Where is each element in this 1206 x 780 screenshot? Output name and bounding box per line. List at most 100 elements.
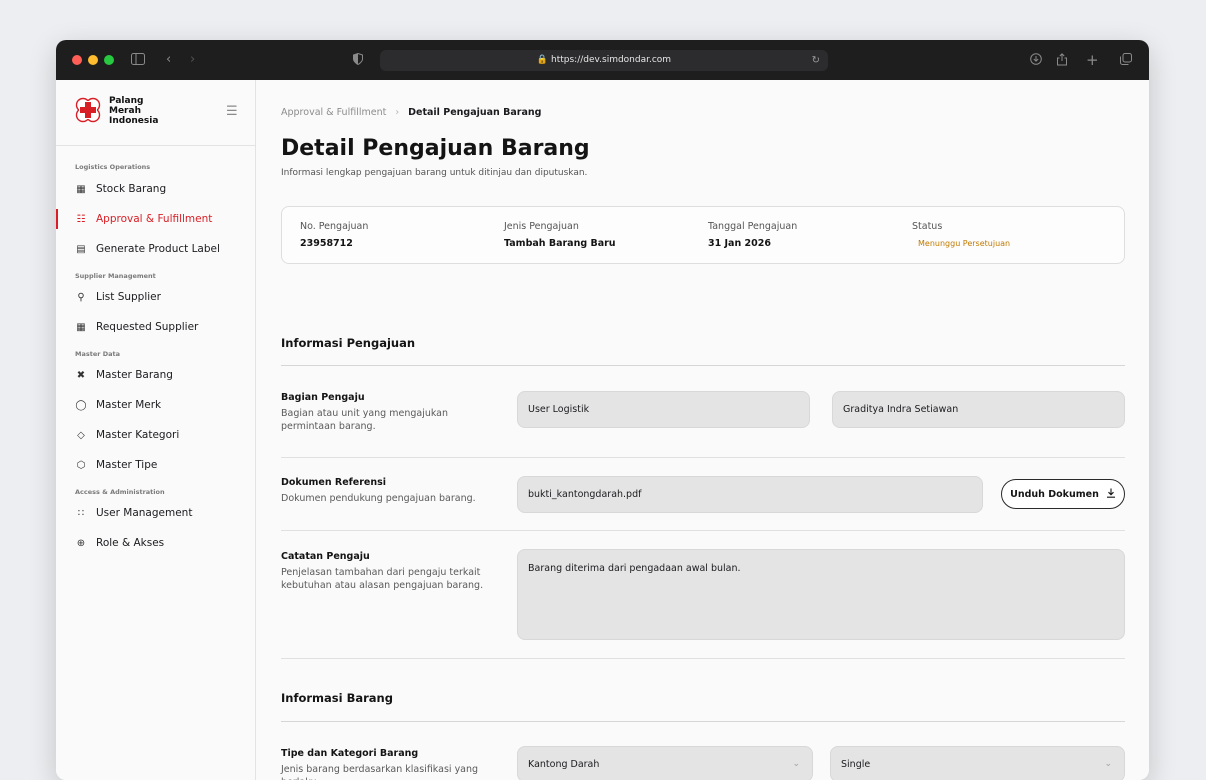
download-icon[interactable]: [1030, 53, 1042, 69]
table-icon: ▦: [76, 183, 86, 195]
sidebar-section-access: Access & Administration ∷ User Managemen…: [56, 480, 255, 558]
sidebar-item-label: Generate Product Label: [96, 243, 220, 255]
summary-no-pengajuan: No. Pengajuan 23958712: [300, 221, 368, 249]
barcode-icon: ▤: [76, 243, 86, 255]
menu-toggle-icon[interactable]: ☰: [226, 104, 238, 119]
sidebar-item-label: User Management: [96, 507, 193, 519]
sidebar-item-label: Master Barang: [96, 369, 173, 381]
close-window-button[interactable]: [72, 55, 82, 65]
address-bar[interactable]: 🔒 https://dev.simdondar.com ↻: [380, 50, 828, 71]
field-title: Catatan Pengaju: [281, 551, 370, 562]
sidebar-item-approval-fulfillment[interactable]: ☷ Approval & Fulfillment: [56, 204, 255, 234]
url-text: https://dev.simdondar.com: [551, 55, 672, 65]
row-divider: [281, 457, 1125, 458]
brand-name: Palang Merah Indonesia: [109, 96, 159, 126]
field-title: Tipe dan Kategori Barang: [281, 748, 419, 759]
sidebar-item-master-kategori[interactable]: ◇ Master Kategori: [56, 420, 255, 450]
table-icon: ▦: [76, 321, 86, 333]
tab-overview-icon[interactable]: [1120, 53, 1132, 69]
chevron-right-icon: ›: [395, 107, 400, 118]
breadcrumb-link-approval[interactable]: Approval & Fulfillment: [281, 107, 386, 118]
main-content: Approval & Fulfillment › Detail Pengajuan …: [257, 80, 1149, 780]
page-title: Detail Pengajuan Barang: [281, 136, 590, 161]
summary-label: No. Pengajuan: [300, 221, 369, 232]
sidebar-section-label: Master Data: [75, 350, 120, 358]
field-description: Jenis barang berdasarkan klasifikasi yan…: [281, 764, 479, 780]
award-icon: ◯: [75, 399, 87, 411]
summary-card: No. Pengajuan 23958712 Jenis Pengajuan T…: [281, 206, 1125, 264]
status-badge: Menunggu Persetujuan: [918, 239, 1011, 248]
breadcrumb: Approval & Fulfillment › Detail Pengajuan …: [281, 107, 541, 118]
unduh-dokumen-button[interactable]: Unduh Dokumen: [1001, 479, 1125, 509]
sidebar-item-label: Stock Barang: [96, 183, 167, 195]
sidebar: Palang Merah Indonesia ☰ Logistics Opera…: [56, 80, 256, 780]
sidebar-section-master-data: Master Data ✖ Master Barang ◯ Master Mer…: [56, 342, 255, 480]
sidebar-item-master-barang[interactable]: ✖ Master Barang: [56, 360, 255, 390]
summary-jenis-pengajuan: Jenis Pengajuan Tambah Barang Baru: [504, 221, 616, 249]
sidebar-item-label: Master Tipe: [96, 459, 158, 471]
users-icon: ∷: [77, 507, 85, 519]
bagian-unit-field[interactable]: User Logistik: [517, 391, 810, 428]
summary-tanggal-pengajuan: Tanggal Pengajuan 31 Jan 2026: [708, 221, 797, 249]
summary-label: Status: [912, 221, 943, 232]
section-title-informasi-barang: Informasi Barang: [281, 691, 393, 705]
row-label-catatan-pengaju: Catatan Pengaju Penjelasan tambahan dari…: [281, 551, 491, 592]
sidebar-item-label: List Supplier: [96, 291, 161, 303]
row-divider: [281, 658, 1125, 659]
sidebar-section-label: Logistics Operations: [75, 163, 151, 171]
row-label-dokumen-referensi: Dokumen Referensi Dokumen pendukung peng…: [281, 477, 491, 505]
sidebar-item-role-akses[interactable]: ⊕ Role & Akses: [56, 528, 255, 558]
field-description: Dokumen pendukung pengajuan barang.: [281, 493, 476, 504]
section-title-informasi-pengajuan: Informasi Pengajuan: [281, 336, 416, 350]
sidebar-item-label: Role & Akses: [96, 537, 165, 549]
privacy-shield-icon: [353, 52, 363, 69]
sidebar-item-user-management[interactable]: ∷ User Management: [56, 498, 255, 528]
sidebar-item-label: Requested Supplier: [96, 321, 199, 333]
sidebar-item-stock-barang[interactable]: ▦ Stock Barang: [56, 174, 255, 204]
breadcrumb-current: Detail Pengajuan Barang: [408, 107, 542, 118]
row-divider: [281, 530, 1125, 531]
pengaju-name-field[interactable]: Graditya Indra Setiawan: [832, 391, 1125, 428]
user-icon: ⚲: [77, 291, 85, 303]
sidebar-item-master-tipe[interactable]: ⬡ Master Tipe: [56, 450, 255, 480]
back-icon[interactable]: ‹: [166, 53, 171, 67]
sidebar-section-label: Supplier Management: [75, 272, 156, 280]
summary-value: Tambah Barang Baru: [504, 238, 616, 249]
summary-label: Jenis Pengajuan: [504, 221, 579, 232]
section-divider: [281, 721, 1125, 722]
minimize-window-button[interactable]: [88, 55, 98, 65]
maximize-window-button[interactable]: [104, 55, 114, 65]
unduh-dokumen-label: Unduh Dokumen: [1010, 488, 1099, 500]
brand-header: Palang Merah Indonesia ☰: [56, 80, 255, 146]
lock-icon: 🔒: [536, 55, 549, 65]
browser-toolbar: ‹ › 🔒 https://dev.simdondar.com ↻ +: [56, 40, 1149, 80]
sidebar-item-requested-supplier[interactable]: ▦ Requested Supplier: [56, 312, 255, 342]
sidebar-item-list-supplier[interactable]: ⚲ List Supplier: [56, 282, 255, 312]
field-description: Penjelasan tambahan dari pengaju terkait…: [281, 567, 484, 591]
catatan-pengaju-textarea[interactable]: Barang diterima dari pengadaan awal bula…: [517, 549, 1125, 640]
forward-icon[interactable]: ›: [190, 53, 195, 67]
kategori-barang-select[interactable]: Kantong Darah ⌄: [517, 746, 813, 780]
download-icon: [1106, 488, 1116, 501]
share-icon[interactable]: [1056, 53, 1068, 70]
page-subtitle: Informasi lengkap pengajuan barang untuk…: [281, 168, 588, 178]
box-icon: ⬡: [76, 459, 86, 471]
row-label-bagian-pengaju: Bagian Pengaju Bagian atau unit yang men…: [281, 392, 491, 433]
sidebar-section-logistics: Logistics Operations ▦ Stock Barang ☷ Ap…: [56, 146, 255, 264]
tipe-barang-select[interactable]: Single ⌄: [830, 746, 1125, 780]
sidebar-toggle-icon[interactable]: [131, 53, 145, 69]
reload-icon[interactable]: ↻: [812, 50, 820, 71]
summary-label: Tanggal Pengajuan: [708, 221, 798, 232]
field-description: Bagian atau unit yang mengajukan permint…: [281, 408, 449, 432]
section-divider: [281, 365, 1125, 366]
sidebar-section-label: Access & Administration: [75, 488, 165, 496]
new-tab-icon[interactable]: +: [1086, 53, 1099, 68]
tools-icon: ✖: [76, 369, 86, 381]
summary-value: 23958712: [300, 238, 353, 249]
dokumen-file-field[interactable]: bukti_kantongdarah.pdf: [517, 476, 983, 513]
sidebar-item-generate-product-label[interactable]: ▤ Generate Product Label: [56, 234, 255, 264]
summary-value: 31 Jan 2026: [708, 238, 771, 249]
sidebar-item-master-merk[interactable]: ◯ Master Merk: [56, 390, 255, 420]
field-title: Bagian Pengaju: [281, 392, 365, 403]
globe-icon: ⊕: [76, 537, 86, 549]
